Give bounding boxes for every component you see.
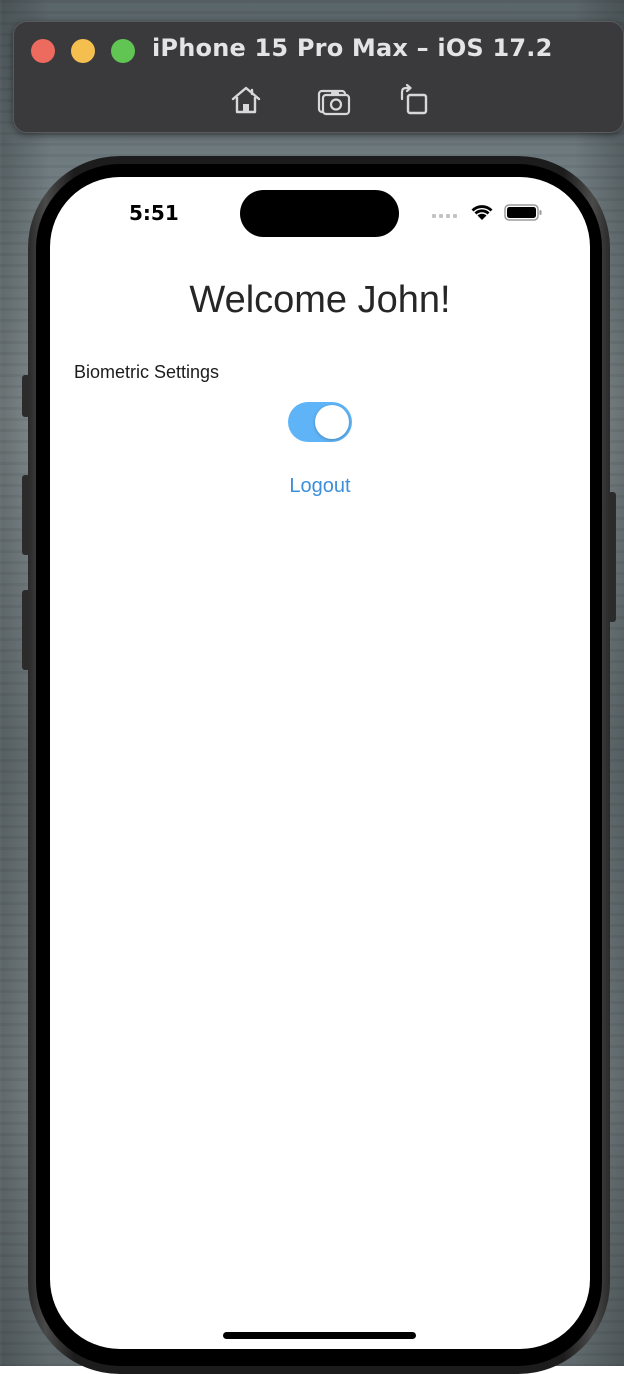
- minimize-window-button[interactable]: [71, 39, 95, 63]
- home-indicator[interactable]: [223, 1332, 416, 1339]
- app-screen: 5:51 Welcome John! Biometric Settings Lo…: [50, 177, 590, 1349]
- simulator-toolbar: iPhone 15 Pro Max – iOS 17.2: [13, 21, 624, 133]
- dynamic-island: [240, 190, 399, 237]
- screenshot-icon[interactable]: [317, 84, 351, 116]
- welcome-title: Welcome John!: [189, 279, 451, 321]
- battery-icon: [504, 204, 542, 221]
- logout-button[interactable]: Logout: [50, 475, 590, 498]
- simulator-title: iPhone 15 Pro Max – iOS 17.2: [152, 34, 553, 62]
- biometric-settings-label: Biometric Settings: [74, 362, 220, 382]
- toggle-knob: [315, 405, 349, 439]
- wifi-icon: [471, 205, 493, 220]
- cellular-signal-icon: [432, 214, 457, 218]
- biometric-toggle[interactable]: [288, 402, 352, 442]
- home-icon[interactable]: [229, 84, 263, 116]
- zoom-window-button[interactable]: [111, 39, 135, 63]
- status-icons: [432, 201, 544, 223]
- status-time: 5:51: [129, 201, 179, 225]
- close-window-button[interactable]: [31, 39, 55, 63]
- rotate-icon[interactable]: [397, 83, 431, 116]
